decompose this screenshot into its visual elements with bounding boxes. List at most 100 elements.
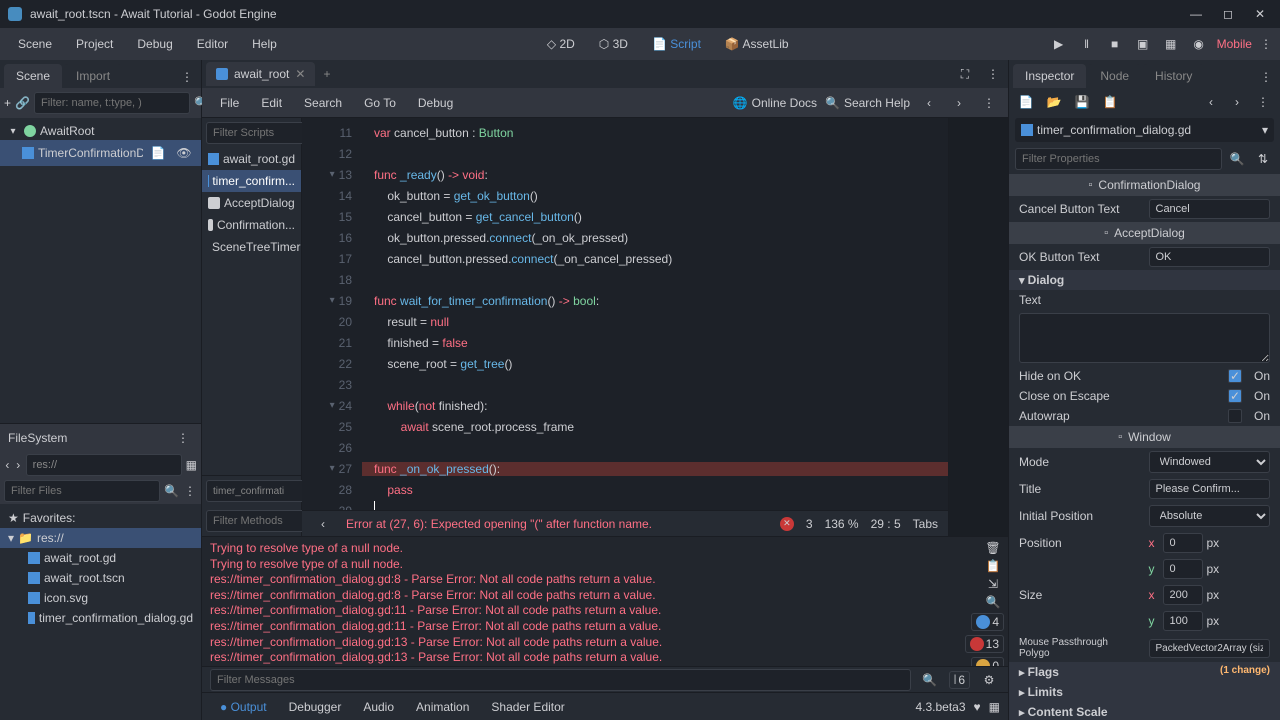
save-resource-icon[interactable]: 💾 [1071, 91, 1093, 113]
ok-button-text-field[interactable] [1149, 247, 1271, 267]
tree-node-child[interactable]: TimerConfirmationDialog 📄 👁 [0, 140, 201, 166]
fs-root-folder[interactable]: ▾ 📁 res:// [0, 528, 201, 548]
menu-editor[interactable]: Editor [187, 33, 238, 55]
nav-fwd-icon[interactable]: › [15, 454, 22, 476]
copy-output-icon[interactable]: 📋 [982, 559, 1004, 573]
script-tab[interactable]: await_root ✕ [206, 62, 315, 86]
info-count[interactable]: 4 [971, 613, 1004, 631]
prev-error-icon[interactable]: ‹ [312, 513, 334, 535]
hist-menu-icon[interactable]: ⋮ [1252, 91, 1274, 113]
error-count[interactable]: 13 [965, 635, 1004, 653]
size-y-field[interactable] [1163, 611, 1203, 631]
tab-inspector[interactable]: Inspector [1013, 64, 1086, 88]
add-tab-button[interactable]: + [315, 63, 338, 85]
script-attached-icon[interactable]: 📄 [147, 142, 169, 164]
mouse-passthrough-field[interactable] [1149, 639, 1271, 658]
scene-filter-input[interactable] [34, 92, 190, 114]
fs-file[interactable]: await_root.tscn [0, 568, 201, 588]
layout-icon[interactable]: ▦ [989, 700, 1000, 714]
cancel-button-text-field[interactable] [1149, 199, 1271, 219]
new-resource-icon[interactable]: 📄 [1015, 91, 1037, 113]
nav-back-icon[interactable]: ‹ [4, 454, 11, 476]
bottom-tab-shader-editor[interactable]: Shader Editor [481, 696, 574, 718]
autowrap-checkbox[interactable] [1228, 409, 1242, 423]
tree-node-root[interactable]: ▾ AwaitRoot [0, 122, 201, 140]
filter-menu-icon[interactable]: ⇅ [1252, 148, 1274, 170]
window-title-field[interactable] [1149, 479, 1271, 499]
load-resource-icon[interactable]: 📂 [1043, 91, 1065, 113]
search-icon[interactable]: 🔍 [1226, 148, 1248, 170]
menu-help[interactable]: Help [242, 33, 287, 55]
section-limits[interactable]: ▸ Limits [1009, 682, 1280, 702]
section-dialog[interactable]: ▾ Dialog [1009, 270, 1280, 290]
script-menu-go-to[interactable]: Go To [354, 92, 406, 114]
zoom-level[interactable]: 136 % [825, 517, 859, 531]
search-icon[interactable]: 🔍 [919, 669, 941, 691]
error-count-icon[interactable]: ✕ [780, 517, 794, 531]
fs-search-icon[interactable]: 🔍 [164, 480, 179, 502]
dropdown-icon[interactable]: ▾ [1262, 123, 1268, 137]
filter-properties-input[interactable] [1015, 148, 1222, 170]
view-2d[interactable]: ◇ 2D [537, 33, 585, 55]
fs-path-input[interactable] [26, 454, 182, 476]
script-menu-debug[interactable]: Debug [408, 92, 463, 114]
section-confirmation[interactable]: ▫ ConfirmationDialog [1009, 174, 1280, 196]
tab-scene[interactable]: Scene [4, 64, 62, 88]
fs-file[interactable]: icon.svg [0, 588, 201, 608]
search-output-icon[interactable]: 🔍 [982, 595, 1004, 609]
bottom-tab-debugger[interactable]: Debugger [279, 696, 352, 718]
filter-messages-input[interactable] [210, 669, 911, 691]
heart-icon[interactable]: ♥ [974, 700, 981, 714]
online-docs-link[interactable]: 🌐 Online Docs [733, 96, 817, 110]
movie-button[interactable]: ◉ [1189, 34, 1209, 54]
panel-menu-icon[interactable]: ⋮ [181, 70, 193, 84]
scene-menu-icon[interactable]: ⋮ [982, 63, 1004, 85]
tab-node[interactable]: Node [1088, 64, 1141, 88]
menu-debug[interactable]: Debug [127, 33, 182, 55]
script-menu-edit[interactable]: Edit [251, 92, 292, 114]
nav-back-button[interactable]: ‹ [918, 92, 940, 114]
paste-resource-icon[interactable]: 📋 [1099, 91, 1121, 113]
hist-fwd-icon[interactable]: › [1226, 91, 1248, 113]
fs-file[interactable]: await_root.gd [0, 548, 201, 568]
initial-position-select[interactable]: Absolute [1149, 505, 1271, 527]
pause-button[interactable]: ‖ [1077, 34, 1097, 54]
fs-split-icon[interactable]: ▦ [186, 454, 197, 476]
hide-on-ok-checkbox[interactable]: ✓ [1228, 369, 1242, 383]
view-3d[interactable]: ⬡ 3D [589, 33, 638, 55]
fs-sort-icon[interactable]: ⋮ [183, 480, 197, 502]
script-list-item[interactable]: await_root.gd [202, 148, 301, 170]
renderer-label[interactable]: Mobile [1217, 37, 1252, 51]
fs-menu-icon[interactable]: ⋮ [177, 431, 189, 445]
stop-button[interactable]: ■ [1105, 34, 1125, 54]
menu-scene[interactable]: Scene [8, 33, 62, 55]
tab-history[interactable]: History [1143, 64, 1204, 88]
link-node-button[interactable]: 🔗 [15, 92, 30, 114]
search-help-link[interactable]: 🔍 Search Help [825, 96, 910, 110]
fs-favorites[interactable]: ★ Favorites: [0, 508, 201, 528]
visibility-icon[interactable]: 👁 [173, 142, 195, 164]
renderer-menu-icon[interactable]: ⋮ [1260, 37, 1272, 51]
view-script[interactable]: 📄 Script [642, 33, 711, 55]
dialog-text-field[interactable] [1019, 313, 1270, 363]
clear-output-icon[interactable]: 🗑 [982, 541, 1004, 555]
close-button[interactable]: ✕ [1248, 4, 1272, 24]
view-assetlib[interactable]: 📦 AssetLib [715, 33, 799, 55]
minimize-button[interactable]: — [1184, 4, 1208, 24]
bottom-tab-output[interactable]: ● Output [210, 696, 277, 718]
script-more-icon[interactable]: ⋮ [978, 92, 1000, 114]
add-node-button[interactable]: + [4, 92, 11, 114]
section-window[interactable]: ▫ Window [1009, 426, 1280, 448]
pos-x-field[interactable] [1163, 533, 1203, 553]
play-scene-button[interactable]: ▣ [1133, 34, 1153, 54]
fs-filter-input[interactable] [4, 480, 160, 502]
resource-path[interactable]: timer_confirmation_dialog.gd ▾ [1015, 118, 1274, 142]
maximize-button[interactable]: ◻ [1216, 4, 1240, 24]
play-button[interactable]: ▶ [1049, 34, 1069, 54]
output-log[interactable]: Trying to resolve type of a null node. T… [202, 537, 968, 666]
expand-icon[interactable]: ▾ [8, 531, 14, 545]
mode-select[interactable]: Windowed [1149, 451, 1271, 473]
script-list-item[interactable]: Confirmation... [202, 214, 301, 236]
menu-project[interactable]: Project [66, 33, 123, 55]
script-list-item[interactable]: AcceptDialog [202, 192, 301, 214]
